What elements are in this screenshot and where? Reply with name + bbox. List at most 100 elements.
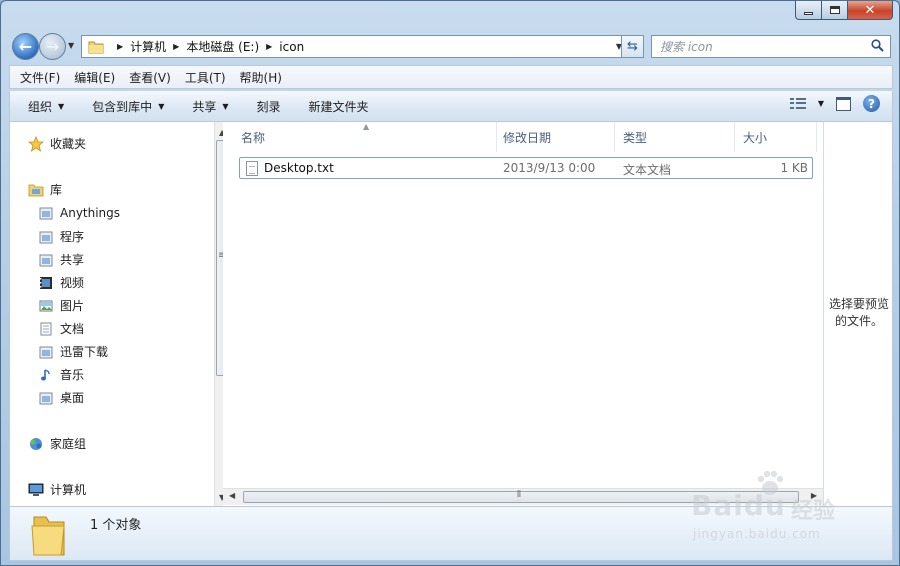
breadcrumb-separator-icon[interactable]: ▶ bbox=[173, 42, 179, 51]
change-view-icon[interactable] bbox=[789, 97, 806, 110]
nav-library-anythings[interactable]: Anythings bbox=[38, 205, 120, 221]
nav-library-music[interactable]: 音乐 bbox=[38, 366, 84, 383]
file-list-pane: ▲ 名称 修改日期 类型 大小 Desktop.txt 2013/9/13 0:… bbox=[223, 122, 823, 506]
nav-library-pictures[interactable]: 图片 bbox=[38, 297, 84, 314]
nav-library-label: 文档 bbox=[60, 322, 85, 336]
column-header-size[interactable]: 大小 bbox=[735, 122, 817, 152]
file-size: 1 KB bbox=[780, 161, 808, 175]
nav-favorites[interactable]: 收藏夹 bbox=[28, 135, 86, 152]
caption-buttons: ✕ bbox=[795, 1, 893, 20]
breadcrumb-computer[interactable]: 计算机 bbox=[130, 38, 166, 55]
refresh-button[interactable]: ⇆ bbox=[621, 35, 644, 58]
navigation-row: ← → ▼ ▶ 计算机 ▶ 本地磁盘 (E:) ▶ icon ▼ ⇆ 搜索 ic… bbox=[9, 31, 891, 61]
breadcrumb-separator-icon[interactable]: ▶ bbox=[117, 42, 123, 51]
menu-edit[interactable]: 编辑(E) bbox=[74, 69, 115, 86]
address-bar[interactable]: ▶ 计算机 ▶ 本地磁盘 (E:) ▶ icon ▼ bbox=[81, 35, 627, 58]
refresh-icon: ⇆ bbox=[627, 39, 638, 54]
toolbar-right-group: ▼ ? bbox=[789, 95, 880, 112]
nav-library-videos[interactable]: 视频 bbox=[38, 274, 84, 291]
nav-library-label: 音乐 bbox=[60, 368, 85, 382]
maximize-button[interactable] bbox=[822, 1, 848, 20]
share-button[interactable]: 共享 ▼ bbox=[192, 98, 228, 115]
minimize-icon bbox=[804, 11, 813, 15]
nav-library-label: 桌面 bbox=[60, 391, 85, 405]
watermark-jingyan-text: 经验 bbox=[791, 499, 836, 524]
large-folder-icon bbox=[30, 513, 68, 557]
new-folder-button[interactable]: 新建文件夹 bbox=[309, 98, 369, 115]
picture-icon bbox=[38, 298, 54, 314]
scroll-left-icon[interactable]: ◀ bbox=[229, 491, 235, 500]
library-folder-icon bbox=[38, 390, 54, 406]
back-arrow-icon: ← bbox=[18, 36, 33, 56]
burn-label: 刻录 bbox=[256, 99, 281, 114]
breadcrumb-local-disk[interactable]: 本地磁盘 (E:) bbox=[186, 38, 259, 55]
share-label: 共享 bbox=[192, 99, 217, 114]
organize-label: 组织 bbox=[28, 99, 53, 114]
search-icon[interactable] bbox=[871, 38, 884, 55]
watermark-brand-part1: Bai bbox=[691, 489, 744, 522]
text-file-icon bbox=[246, 160, 258, 176]
back-button[interactable]: ← bbox=[12, 33, 39, 60]
recent-pages-dropdown[interactable]: ▼ bbox=[68, 41, 74, 50]
file-name: Desktop.txt bbox=[264, 161, 334, 175]
nav-libraries-label: 库 bbox=[50, 183, 63, 197]
burn-button[interactable]: 刻录 bbox=[257, 98, 281, 115]
nav-library-label: 迅雷下载 bbox=[60, 345, 109, 359]
menu-tools[interactable]: 工具(T) bbox=[185, 69, 226, 86]
help-icon[interactable]: ? bbox=[863, 95, 880, 112]
maximize-icon bbox=[829, 6, 840, 14]
nav-library-share[interactable]: 共享 bbox=[38, 251, 84, 268]
nav-homegroup-label: 家庭组 bbox=[50, 437, 87, 451]
search-input[interactable]: 搜索 icon bbox=[651, 35, 891, 58]
library-icon bbox=[28, 182, 44, 198]
scrollbar-grip-icon: ⦀ bbox=[517, 490, 521, 500]
new-folder-label: 新建文件夹 bbox=[308, 99, 369, 114]
menu-help[interactable]: 帮助(H) bbox=[240, 69, 282, 86]
breadcrumb-separator-icon[interactable]: ▶ bbox=[266, 42, 272, 51]
forward-button[interactable]: → bbox=[39, 33, 66, 60]
nav-libraries[interactable]: 库 bbox=[28, 181, 62, 198]
menu-file[interactable]: 文件(F) bbox=[20, 69, 60, 86]
close-button[interactable]: ✕ bbox=[848, 1, 893, 20]
organize-button[interactable]: 组织 ▼ bbox=[28, 98, 64, 115]
folder-icon bbox=[88, 40, 104, 54]
preview-message-line2: 的文件。 bbox=[834, 314, 883, 328]
menu-view[interactable]: 查看(V) bbox=[129, 69, 171, 86]
nav-library-label: 视频 bbox=[60, 276, 85, 290]
nav-library-documents[interactable]: 文档 bbox=[38, 320, 84, 337]
menu-bar: 文件(F) 编辑(E) 查看(V) 工具(T) 帮助(H) bbox=[9, 65, 893, 89]
library-folder-icon bbox=[38, 205, 54, 221]
column-header-type[interactable]: 类型 bbox=[615, 122, 735, 152]
library-folder-icon bbox=[38, 344, 54, 360]
close-icon: ✕ bbox=[864, 2, 876, 18]
nav-computer[interactable]: 计算机 bbox=[28, 481, 86, 498]
nav-favorites-label: 收藏夹 bbox=[50, 137, 87, 151]
nav-library-desktop[interactable]: 桌面 bbox=[38, 389, 84, 406]
item-count-text: 1 个对象 bbox=[90, 518, 142, 533]
column-header-type-label: 类型 bbox=[623, 130, 648, 145]
chevron-down-icon: ▼ bbox=[58, 101, 65, 111]
include-in-library-button[interactable]: 包含到库中 ▼ bbox=[92, 98, 164, 115]
column-header-name[interactable]: 名称 bbox=[233, 122, 497, 152]
file-row[interactable]: Desktop.txt 2013/9/13 0:00 文本文档 1 KB bbox=[239, 157, 813, 179]
document-icon bbox=[38, 321, 54, 337]
preview-message-line1: 选择要预览 bbox=[828, 297, 889, 311]
file-type: 文本文档 bbox=[623, 163, 672, 177]
nav-computer-label: 计算机 bbox=[50, 483, 87, 497]
nav-homegroup[interactable]: 家庭组 bbox=[28, 435, 86, 452]
chevron-down-icon: ▼ bbox=[222, 101, 229, 111]
nav-library-label: 程序 bbox=[60, 230, 85, 244]
preview-pane: 选择要预览 的文件。 bbox=[823, 122, 893, 506]
nav-library-programs[interactable]: 程序 bbox=[38, 228, 84, 245]
file-date-modified: 2013/9/13 0:00 bbox=[503, 161, 596, 175]
column-header-date-modified[interactable]: 修改日期 bbox=[495, 122, 615, 152]
breadcrumb-icon-folder[interactable]: icon bbox=[279, 40, 304, 54]
column-header-date-label: 修改日期 bbox=[503, 130, 552, 145]
nav-library-label: 图片 bbox=[60, 299, 85, 313]
nav-library-label: 共享 bbox=[60, 253, 85, 267]
nav-library-xunlei-downloads[interactable]: 迅雷下载 bbox=[38, 343, 108, 360]
preview-pane-toggle-icon[interactable] bbox=[836, 96, 851, 111]
column-header-size-label: 大小 bbox=[743, 130, 768, 145]
view-options-chevron-icon[interactable]: ▼ bbox=[818, 99, 824, 108]
minimize-button[interactable] bbox=[795, 1, 822, 20]
